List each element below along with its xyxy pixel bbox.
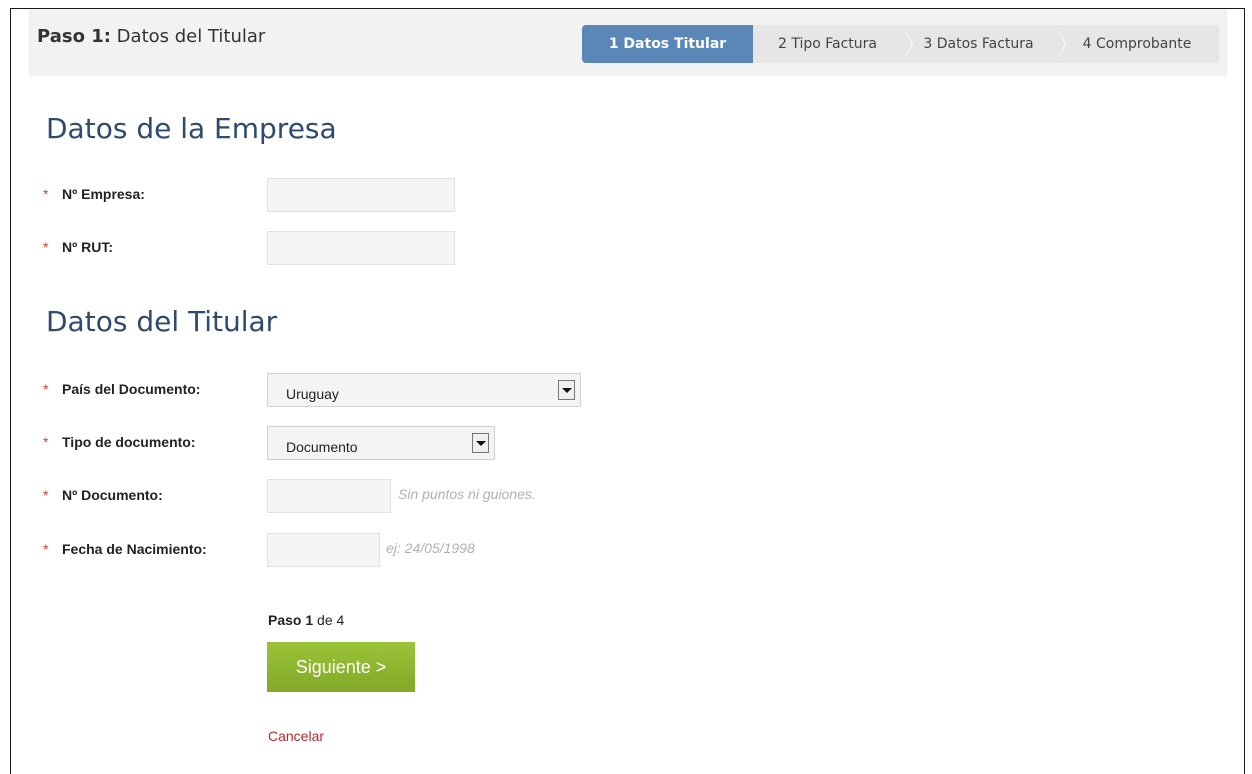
wizard-step-4: 4 Comprobante xyxy=(1055,25,1219,63)
section-title-titular: Datos del Titular xyxy=(46,305,278,338)
wizard-step-1: 1 Datos Titular xyxy=(582,25,765,63)
pais-documento-label: País del Documento: xyxy=(62,381,201,397)
fecha-nacimiento-input[interactable] xyxy=(267,533,380,567)
required-marker: * xyxy=(43,434,49,450)
required-marker: * xyxy=(43,186,49,202)
numero-rut-label: Nº RUT: xyxy=(62,239,113,255)
tipo-documento-select[interactable]: Documento xyxy=(267,426,495,460)
tipo-documento-value: Documento xyxy=(286,439,358,455)
fecha-nacimiento-label: Fecha de Nacimiento: xyxy=(62,541,207,557)
step-name: Datos del Titular xyxy=(116,26,266,47)
numero-empresa-label: Nº Empresa: xyxy=(62,186,145,202)
cancel-link[interactable]: Cancelar xyxy=(268,728,324,744)
wizard-step-2: 2 Tipo Factura xyxy=(753,25,912,63)
pais-documento-select[interactable]: Uruguay xyxy=(267,373,581,407)
step-counter: Paso 1 de 4 xyxy=(268,612,344,628)
required-marker: * xyxy=(43,487,49,503)
pais-documento-value: Uruguay xyxy=(286,386,339,402)
section-title-empresa: Datos de la Empresa xyxy=(46,112,337,145)
wizard-step-3: 3 Datos Factura xyxy=(902,25,1065,63)
required-marker: * xyxy=(43,541,49,557)
numero-documento-input[interactable] xyxy=(267,479,391,513)
step-header-bar: Paso 1: Datos del Titular 1 Datos Titula… xyxy=(29,9,1227,76)
required-marker: * xyxy=(43,239,49,255)
step-title: Paso 1: Datos del Titular xyxy=(37,26,265,47)
chevron-down-icon[interactable] xyxy=(472,433,489,453)
chevron-down-icon[interactable] xyxy=(558,380,575,400)
step-counter-total: de 4 xyxy=(317,612,345,628)
wizard-progress: 1 Datos Titular 2 Tipo Factura 3 Datos F… xyxy=(582,25,1219,63)
step-counter-current: 1 xyxy=(305,612,314,628)
fecha-nacimiento-hint: ej: 24/05/1998 xyxy=(386,540,475,556)
numero-documento-hint: Sin puntos ni guiones. xyxy=(398,486,536,502)
numero-documento-label: Nº Documento: xyxy=(62,487,163,503)
step-counter-label: Paso 1 xyxy=(268,612,314,628)
step-prefix: Paso 1: xyxy=(37,26,111,47)
next-button[interactable]: Siguiente > xyxy=(267,642,415,692)
required-marker: * xyxy=(43,381,49,397)
tipo-documento-label: Tipo de documento: xyxy=(62,434,196,450)
numero-empresa-input[interactable] xyxy=(267,178,455,212)
numero-rut-input[interactable] xyxy=(267,231,455,265)
